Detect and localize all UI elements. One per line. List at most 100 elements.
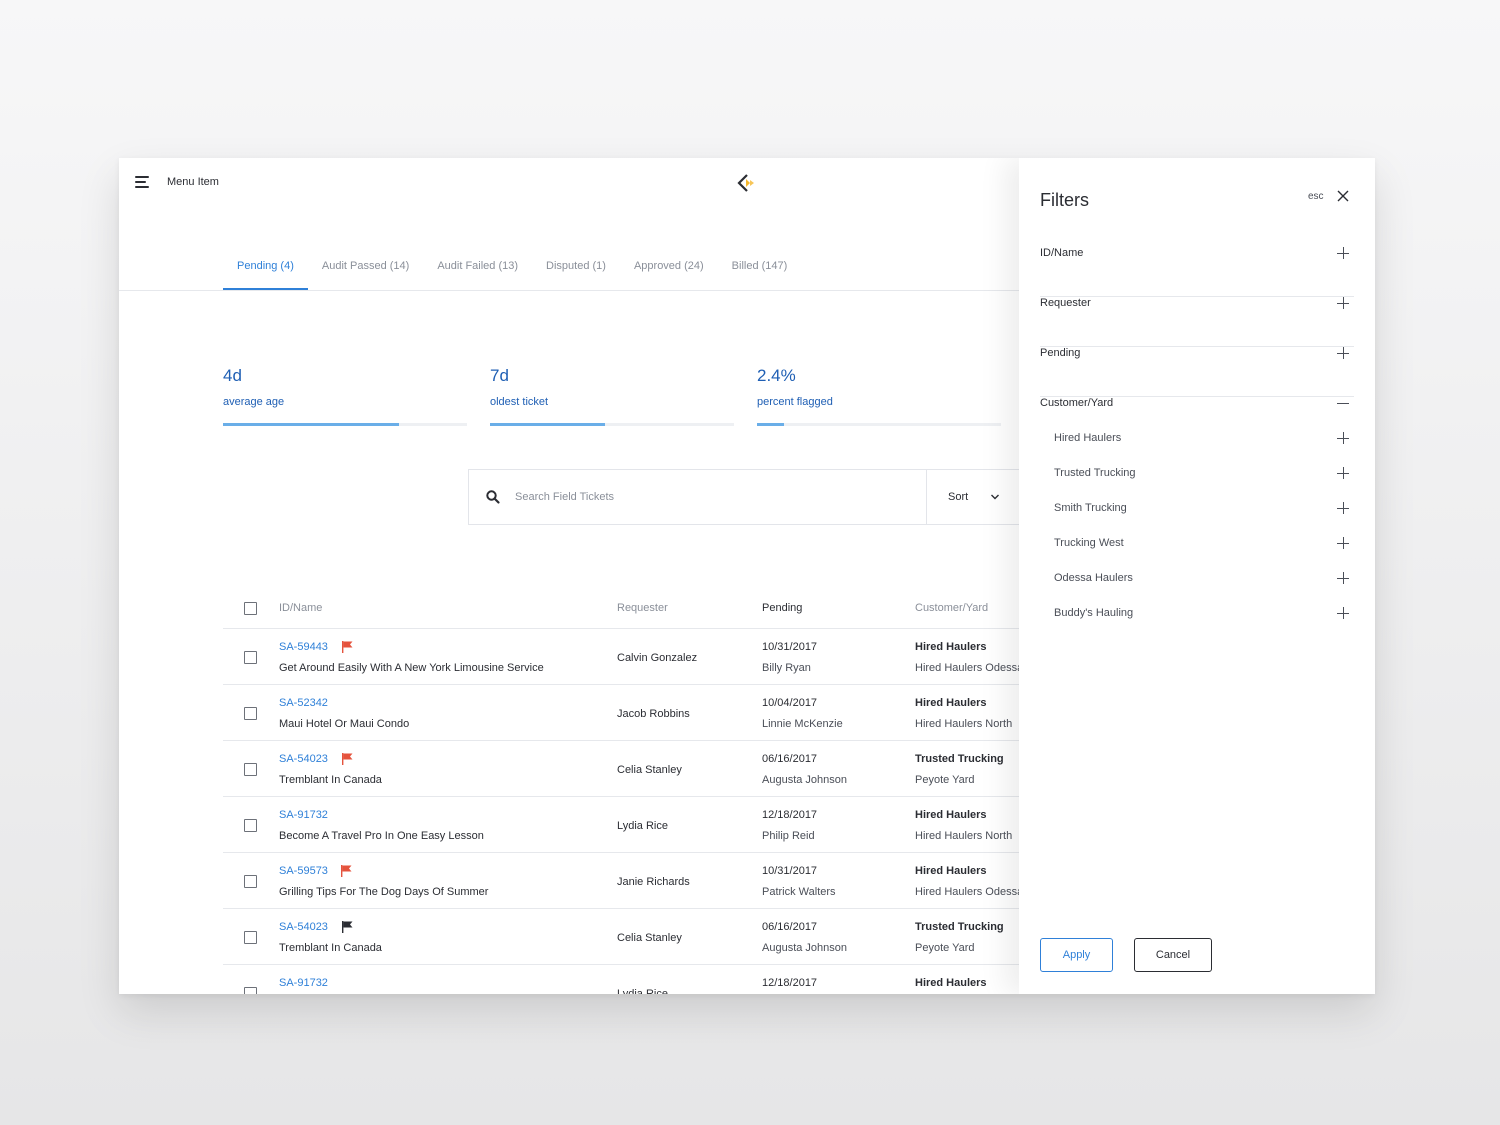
filters-panel: Filters esc ID/Name Requester Pending Cu…	[1019, 158, 1375, 994]
search-icon	[486, 490, 500, 504]
table-row[interactable]: SA-91732 Become A Travel Pro In One Easy …	[223, 797, 1043, 853]
plus-icon	[1337, 247, 1349, 259]
customer-name: Hired Haulers	[915, 641, 987, 653]
plus-icon	[1337, 572, 1349, 584]
customer-name: Hired Haulers	[915, 977, 987, 989]
ticket-name: Tremblant In Canada	[279, 942, 382, 954]
ticket-id-link[interactable]: SA-91732	[279, 977, 328, 989]
search-input[interactable]	[515, 470, 915, 524]
tickets-table: ID/Name Requester Pending Customer/Yard …	[223, 590, 1043, 994]
filter-option-label: Odessa Haulers	[1054, 572, 1133, 584]
ticket-name: Get Around Easily With A New York Limous…	[279, 662, 544, 674]
row-checkbox[interactable]	[244, 651, 257, 664]
filter-option-buddys-hauling[interactable]: Buddy's Hauling	[1054, 607, 1354, 642]
plus-icon	[1337, 607, 1349, 619]
flag-icon[interactable]	[342, 921, 353, 933]
filter-option-label: Trusted Trucking	[1054, 467, 1136, 479]
table-row[interactable]: SA-54023 Tremblant In Canada Celia Stanley…	[223, 909, 1043, 965]
sort-dropdown[interactable]: Sort	[926, 470, 1029, 524]
plus-icon	[1337, 502, 1349, 514]
plus-icon	[1337, 467, 1349, 479]
table-row[interactable]: SA-59443 Get Around Easily With A New Yor…	[223, 629, 1043, 685]
pending-person: Billy Ryan	[762, 662, 811, 674]
flag-icon[interactable]	[342, 753, 353, 765]
pending-person: Patrick Walters	[762, 886, 836, 898]
requester-name: Janie Richards	[617, 876, 690, 888]
app-window: Menu Item Pending (4) Audit Passed (14) …	[119, 158, 1375, 994]
tab-approved[interactable]: Approved (24)	[620, 256, 718, 291]
ticket-id-link[interactable]: SA-91732	[279, 809, 328, 821]
plus-icon	[1337, 432, 1349, 444]
sort-label: Sort	[948, 491, 969, 503]
row-checkbox[interactable]	[244, 763, 257, 776]
pending-date: 10/31/2017	[762, 641, 818, 653]
column-requester[interactable]: Requester	[617, 602, 668, 614]
filter-option-odessa-haulers[interactable]: Odessa Haulers	[1054, 572, 1354, 607]
filter-option-smith-trucking[interactable]: Smith Trucking	[1054, 502, 1354, 537]
filter-option-hired-haulers[interactable]: Hired Haulers	[1054, 432, 1354, 467]
table-row[interactable]: SA-54023 Tremblant In Canada Celia Stanley…	[223, 741, 1043, 797]
customer-name: Hired Haulers	[915, 809, 987, 821]
row-checkbox[interactable]	[244, 819, 257, 832]
select-all-checkbox[interactable]	[244, 602, 257, 615]
column-id-name[interactable]: ID/Name	[279, 602, 322, 614]
search-bar: Sort	[468, 469, 1028, 525]
stat-percent-flagged: 2.4% percent flagged	[757, 366, 1001, 426]
tab-pending[interactable]: Pending (4)	[223, 256, 308, 291]
stat-progress-bar	[490, 423, 734, 426]
filter-section-label: Customer/Yard	[1040, 397, 1114, 409]
ticket-id-link[interactable]: SA-54023	[279, 921, 328, 933]
ticket-id-link[interactable]: SA-52342	[279, 697, 328, 709]
tab-audit-passed[interactable]: Audit Passed (14)	[308, 256, 423, 291]
chevron-down-icon	[991, 494, 999, 500]
row-checkbox[interactable]	[244, 987, 257, 994]
ticket-id-link[interactable]: SA-59443	[279, 641, 328, 653]
ticket-name: Grilling Tips For The Dog Days Of Summer	[279, 886, 489, 898]
flag-icon[interactable]	[342, 641, 353, 653]
flag-icon[interactable]	[341, 865, 352, 877]
pending-date: 10/04/2017	[762, 697, 818, 709]
stat-progress-bar	[757, 423, 1001, 426]
column-customer-yard[interactable]: Customer/Yard	[915, 602, 988, 614]
row-checkbox[interactable]	[244, 707, 257, 720]
filter-option-label: Smith Trucking	[1054, 502, 1127, 514]
row-checkbox[interactable]	[244, 875, 257, 888]
filter-option-trucking-west[interactable]: Trucking West	[1054, 537, 1354, 572]
close-icon[interactable]	[1337, 190, 1349, 202]
filters-title: Filters	[1040, 190, 1089, 210]
pending-person: Philip Reid	[762, 830, 815, 842]
menu-item-label[interactable]: Menu Item	[167, 176, 219, 188]
customer-name: Trusted Trucking	[915, 921, 1004, 933]
filter-option-trusted-trucking[interactable]: Trusted Trucking	[1054, 467, 1354, 502]
ticket-id-link[interactable]: SA-54023	[279, 753, 328, 765]
plus-icon	[1337, 347, 1349, 359]
yard-name: Hired Haulers Odessa	[915, 662, 1024, 674]
table-row[interactable]: SA-91732 Lydia Rice 12/18/2017 Hired Hauler…	[223, 965, 1043, 994]
pending-person: Augusta Johnson	[762, 942, 848, 954]
table-row[interactable]: SA-59573 Grilling Tips For The Dog Days O…	[223, 853, 1043, 909]
hamburger-menu-icon[interactable]	[135, 176, 151, 190]
table-row[interactable]: SA-52342 Maui Hotel Or Maui Condo Jacob Ro…	[223, 685, 1043, 741]
cancel-button[interactable]: Cancel	[1134, 938, 1212, 972]
filter-section-pending[interactable]: Pending	[1040, 347, 1354, 397]
stat-average-age: 4d average age	[223, 366, 467, 426]
yard-name: Hired Haulers Odessa	[915, 886, 1024, 898]
requester-name: Celia Stanley	[617, 932, 682, 944]
filter-section-label: Requester	[1040, 297, 1091, 309]
stat-label: average age	[223, 396, 285, 408]
yard-name: Hired Haulers North	[915, 830, 1013, 842]
tab-audit-failed[interactable]: Audit Failed (13)	[423, 256, 532, 291]
ticket-name: Become A Travel Pro In One Easy Lesson	[279, 830, 484, 842]
column-pending[interactable]: Pending	[762, 602, 802, 614]
tab-billed[interactable]: Billed (147)	[718, 256, 802, 291]
filter-option-label: Trucking West	[1054, 537, 1124, 549]
tab-disputed[interactable]: Disputed (1)	[532, 256, 620, 291]
logo-icon	[737, 174, 754, 192]
ticket-id-link[interactable]: SA-59573	[279, 865, 328, 877]
apply-button[interactable]: Apply	[1040, 938, 1113, 972]
ticket-name: Maui Hotel Or Maui Condo	[279, 718, 410, 730]
filter-section-requester[interactable]: Requester	[1040, 297, 1354, 347]
requester-name: Jacob Robbins	[617, 708, 690, 720]
row-checkbox[interactable]	[244, 931, 257, 944]
filter-section-id-name[interactable]: ID/Name	[1040, 247, 1354, 297]
